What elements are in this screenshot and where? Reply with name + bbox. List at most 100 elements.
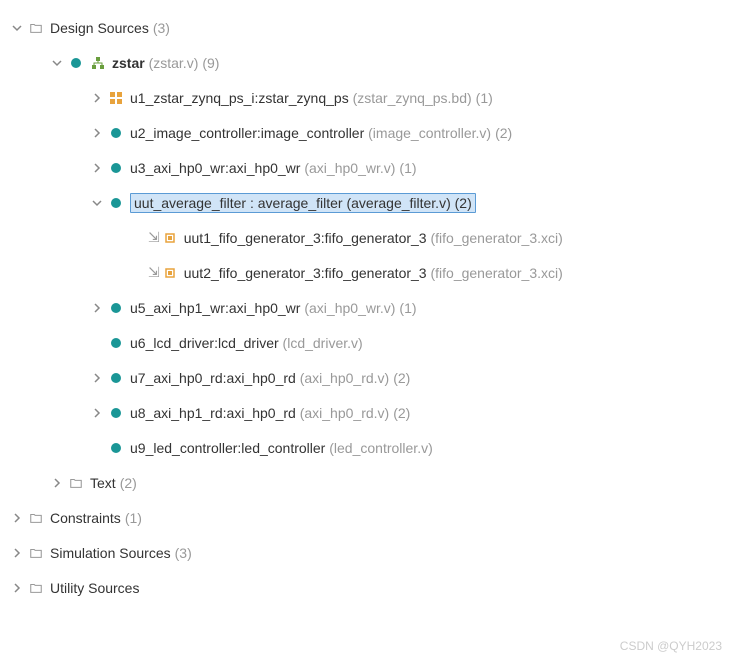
module-type: fifo_generator_3 <box>325 230 427 246</box>
module-type: axi_hp0_wr <box>229 160 301 176</box>
item-count: (1) <box>476 90 493 106</box>
folder-label: Text <box>90 475 116 491</box>
module-type: led_controller <box>241 440 325 456</box>
folder-label: Simulation Sources <box>50 545 171 561</box>
selected-item: uut_average_filter : average_filter (ave… <box>130 193 476 213</box>
hierarchy-icon <box>90 55 106 71</box>
instance-name: u1_zstar_zynq_ps_i <box>130 90 255 106</box>
pin-icon: ⇲ <box>148 264 160 281</box>
instance-name: uut2_fifo_generator_3 <box>184 265 321 281</box>
file-name: (fifo_generator_3.xci) <box>427 230 563 246</box>
item-count: (1) <box>399 300 416 316</box>
module-icon <box>108 195 124 211</box>
chevron-down-icon[interactable] <box>10 21 24 35</box>
module-icon <box>108 405 124 421</box>
module-type: axi_hp0_rd <box>227 405 296 421</box>
chevron-right-icon[interactable] <box>90 371 104 385</box>
module-icon <box>108 440 124 456</box>
chevron-right-icon[interactable] <box>10 511 24 525</box>
tree-row-design-sources[interactable]: Design Sources (3) <box>10 10 734 45</box>
instance-name: u2_image_controller <box>130 125 257 141</box>
chevron-right-icon[interactable] <box>90 126 104 140</box>
chevron-down-icon[interactable] <box>90 196 104 210</box>
tree-row-utility-sources[interactable]: Utility Sources <box>10 570 734 605</box>
tree-row-text[interactable]: Text (2) <box>10 465 734 500</box>
module-icon <box>108 300 124 316</box>
item-count: (9) <box>202 55 219 71</box>
tree-row-zstar[interactable]: zstar (zstar.v) (9) <box>10 45 734 80</box>
file-name: (axi_hp0_wr.v) <box>300 160 395 176</box>
module-type: zstar_zynq_ps <box>258 90 348 106</box>
folder-label: Utility Sources <box>50 580 139 596</box>
module-icon <box>108 125 124 141</box>
file-name: (axi_hp0_rd.v) <box>296 370 389 386</box>
instance-name: u8_axi_hp1_rd <box>130 405 223 421</box>
ip-icon <box>162 230 178 246</box>
tree-row-uut-average-filter[interactable]: uut_average_filter : average_filter (ave… <box>10 185 734 220</box>
file-name: (led_controller.v) <box>325 440 432 456</box>
item-count: (3) <box>175 545 192 561</box>
file-name: (zstar.v) <box>145 55 199 71</box>
file-name: (lcd_driver.v) <box>279 335 363 351</box>
item-count: (2) <box>495 125 512 141</box>
module-type: image_controller <box>261 125 365 141</box>
instance-name: u7_axi_hp0_rd <box>130 370 223 386</box>
folder-label: Design Sources <box>50 20 149 36</box>
instance-name: u6_lcd_driver <box>130 335 214 351</box>
tree-row-u8[interactable]: u8_axi_hp1_rd : axi_hp0_rd (axi_hp0_rd.v… <box>10 395 734 430</box>
file-name: (axi_hp0_wr.v) <box>300 300 395 316</box>
file-name: (zstar_zynq_ps.bd) <box>349 90 472 106</box>
module-type: axi_hp0_wr <box>229 300 301 316</box>
tree-row-u1[interactable]: u1_zstar_zynq_ps_i : zstar_zynq_ps (zsta… <box>10 80 734 115</box>
item-count: (3) <box>153 20 170 36</box>
tree-row-fifo2[interactable]: ⇲ uut2_fifo_generator_3 : fifo_generator… <box>10 255 734 290</box>
folder-icon <box>28 20 44 36</box>
module-icon <box>108 160 124 176</box>
module-icon <box>108 335 124 351</box>
pin-icon: ⇲ <box>148 229 160 246</box>
block-design-icon <box>108 90 124 106</box>
module-icon <box>108 370 124 386</box>
module-icon <box>68 55 84 71</box>
module-type: lcd_driver <box>218 335 279 351</box>
chevron-right-icon[interactable] <box>90 161 104 175</box>
tree-row-constraints[interactable]: Constraints (1) <box>10 500 734 535</box>
folder-label: Constraints <box>50 510 121 526</box>
module-type: fifo_generator_3 <box>325 265 427 281</box>
chevron-right-icon[interactable] <box>10 581 24 595</box>
item-count: (2) <box>393 370 410 386</box>
chevron-down-icon[interactable] <box>50 56 64 70</box>
tree-row-u6[interactable]: u6_lcd_driver : lcd_driver (lcd_driver.v… <box>10 325 734 360</box>
tree-row-u9[interactable]: u9_led_controller : led_controller (led_… <box>10 430 734 465</box>
folder-icon <box>68 475 84 491</box>
folder-icon <box>28 580 44 596</box>
instance-name: u9_led_controller <box>130 440 237 456</box>
tree-row-u3[interactable]: u3_axi_hp0_wr : axi_hp0_wr (axi_hp0_wr.v… <box>10 150 734 185</box>
chevron-right-icon[interactable] <box>50 476 64 490</box>
tree-row-u5[interactable]: u5_axi_hp1_wr : axi_hp0_wr (axi_hp0_wr.v… <box>10 290 734 325</box>
watermark: CSDN @QYH2023 <box>620 639 722 653</box>
item-count: (1) <box>399 160 416 176</box>
tree-row-fifo1[interactable]: ⇲ uut1_fifo_generator_3 : fifo_generator… <box>10 220 734 255</box>
file-name: (fifo_generator_3.xci) <box>427 265 563 281</box>
chevron-right-icon[interactable] <box>10 546 24 560</box>
folder-icon <box>28 545 44 561</box>
folder-icon <box>28 510 44 526</box>
tree-row-u2[interactable]: u2_image_controller : image_controller (… <box>10 115 734 150</box>
tree-row-u7[interactable]: u7_axi_hp0_rd : axi_hp0_rd (axi_hp0_rd.v… <box>10 360 734 395</box>
instance-name: u3_axi_hp0_wr <box>130 160 225 176</box>
instance-name: uut1_fifo_generator_3 <box>184 230 321 246</box>
chevron-right-icon[interactable] <box>90 406 104 420</box>
instance-name: uut_average_filter <box>134 195 246 211</box>
chevron-right-icon[interactable] <box>90 91 104 105</box>
item-count: (2) <box>393 405 410 421</box>
chevron-right-icon[interactable] <box>90 301 104 315</box>
file-name: (image_controller.v) <box>364 125 491 141</box>
tree-row-simulation-sources[interactable]: Simulation Sources (3) <box>10 535 734 570</box>
module-name: zstar <box>112 55 145 71</box>
item-count: (1) <box>125 510 142 526</box>
item-count: (2) <box>120 475 137 491</box>
item-count: (2) <box>455 195 472 211</box>
instance-name: u5_axi_hp1_wr <box>130 300 225 316</box>
module-type: average_filter <box>258 195 343 211</box>
